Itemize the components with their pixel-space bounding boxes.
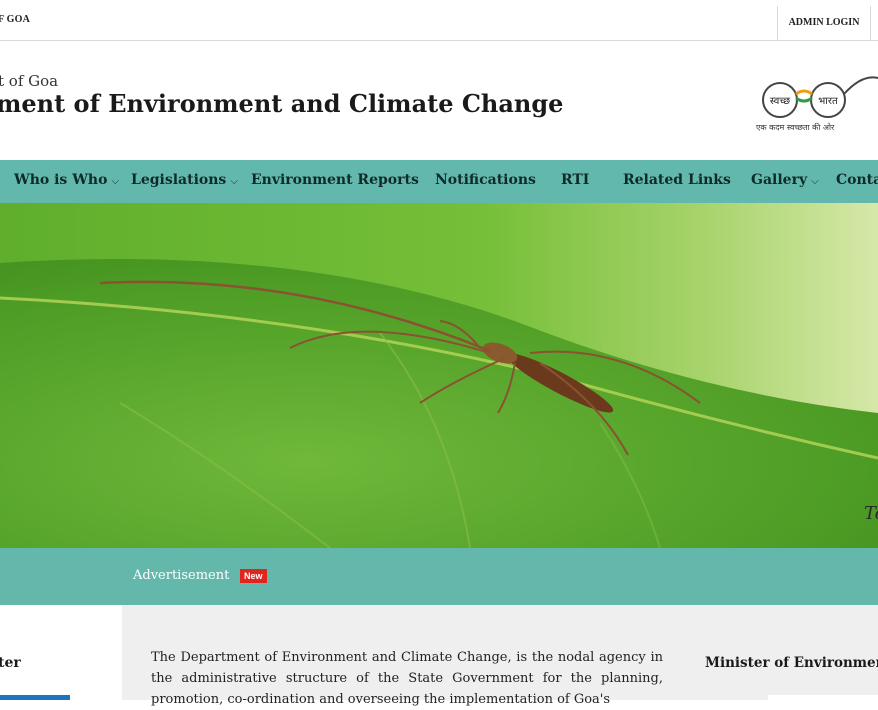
logo-right-word: भारत — [818, 96, 838, 107]
admin-login-button[interactable]: ADMIN LOGIN — [777, 6, 871, 40]
chevron-down-icon: ⌵ — [111, 176, 120, 187]
chevron-down-icon: ⌵ — [811, 176, 819, 187]
logo-left-word: स्वच्छ — [770, 96, 790, 107]
nav-item-notifications[interactable]: Notifications — [435, 160, 536, 203]
nav-item-contact[interactable]: Contac — [836, 160, 878, 203]
nav-label: Contac — [836, 172, 878, 188]
left-sidebar-title: ter — [0, 655, 21, 671]
nav-label: Environment Reports — [251, 172, 419, 188]
top-utility-bar: F GOA ADMIN LOGIN — [0, 0, 878, 41]
intro-paragraph: The Department of Environment and Climat… — [151, 650, 663, 707]
minister-card — [768, 695, 878, 700]
nav-label: RTI — [561, 172, 590, 188]
nav-item-gallery[interactable]: Gallery ⌵ — [751, 160, 819, 203]
advertisement-band — [0, 548, 878, 605]
main-nav: Who is Who ⌵ Legislations ⌵ Environment Re… — [0, 160, 878, 203]
advertisement-label[interactable]: Advertisement — [133, 568, 229, 583]
header-subtitle: t of Goa — [0, 72, 59, 90]
nav-label: Who is Who — [14, 172, 108, 188]
nav-item-legislations[interactable]: Legislations ⌵ — [131, 160, 238, 203]
nav-item-rti[interactable]: RTI — [561, 160, 589, 203]
chevron-down-icon: ⌵ — [230, 176, 238, 187]
minister-section-title: Minister of Environmen — [705, 655, 878, 671]
hero-caption: Te — [864, 503, 878, 524]
nav-label: Legislations — [131, 172, 227, 188]
swachh-bharat-tagline: एक कदम स्वच्छता की ओर — [756, 123, 835, 132]
hero-banner[interactable] — [0, 203, 878, 548]
nav-label: Notifications — [435, 172, 536, 188]
new-badge: New — [240, 569, 267, 583]
left-sidebar — [0, 605, 122, 700]
nav-item-related-links[interactable]: Related Links — [623, 160, 731, 203]
left-sidebar-button[interactable] — [0, 695, 70, 700]
nav-label: Related Links — [623, 172, 731, 188]
gov-goa-link[interactable]: F GOA — [0, 14, 30, 25]
spider-on-leaf-photo — [0, 203, 878, 548]
nav-item-who-is-who[interactable]: Who is Who ⌵ — [14, 160, 119, 203]
nav-label: Gallery — [751, 172, 808, 188]
page-title: ment of Environment and Climate Change — [0, 89, 564, 118]
nav-item-environment-reports[interactable]: Environment Reports — [251, 160, 419, 203]
